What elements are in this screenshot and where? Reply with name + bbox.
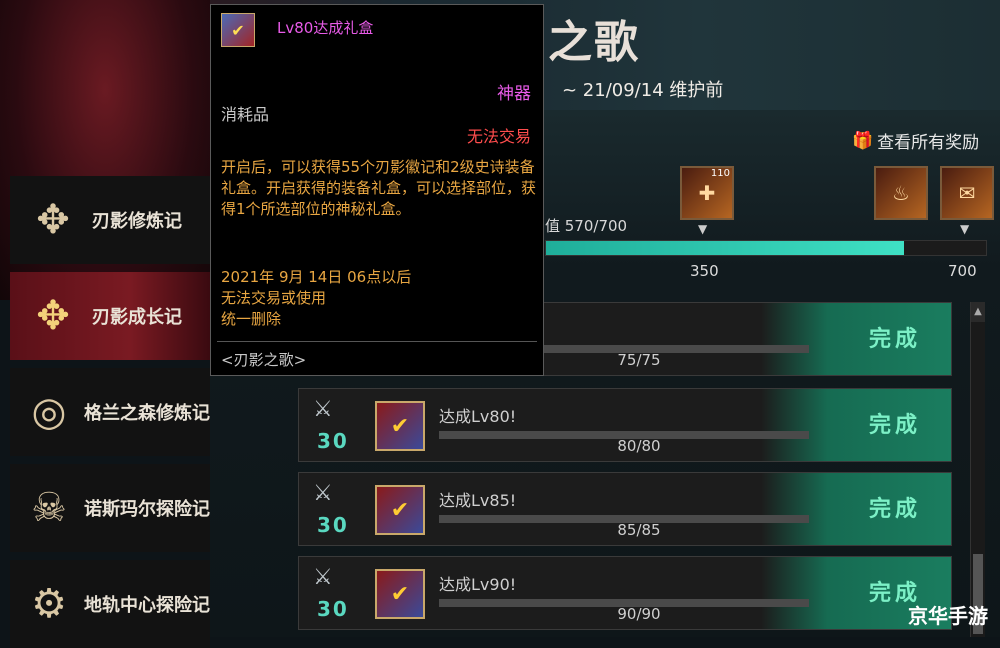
item-description: 开启后，可以获得55个刃影徽记和2级史诗装备礼盒。开启获得的装备礼盒，可以选择部…: [221, 158, 537, 218]
sidebar-item-label: 诺斯玛尔探险记: [84, 499, 210, 520]
gift-box-icon[interactable]: ✔: [375, 401, 425, 451]
quest-row[interactable]: ⚔ 30 ✔ 达成Lv85! 85/85 完成: [298, 472, 952, 546]
view-all-label: 查看所有奖励: [877, 133, 980, 153]
sidebar-item-label: 刃影成长记: [92, 307, 182, 328]
complete-button[interactable]: 完成: [869, 407, 921, 439]
sword-icon: ⚔: [313, 481, 333, 506]
expiry-note: 无法交易或使用: [221, 289, 327, 307]
quest-title: 达成Lv85!: [439, 491, 517, 510]
expiry-delete: 统一删除: [221, 310, 282, 328]
sword-icon: ⚔: [313, 565, 333, 590]
reward-gift-box-icon[interactable]: ✚ 110: [680, 166, 734, 220]
banner-date: ~ 21/09/14 维护前: [562, 80, 724, 101]
gift-box-icon[interactable]: ✔: [375, 569, 425, 619]
quest-count: 80/80: [617, 437, 661, 455]
quest-count: 75/75: [617, 351, 661, 369]
item-rarity: 神器: [497, 84, 531, 104]
quest-count: 90/90: [617, 605, 661, 623]
progress-tick: 700: [948, 262, 977, 280]
gift-box-icon[interactable]: ✔: [375, 485, 425, 535]
gear-machine-icon: ⚙: [31, 581, 67, 627]
watermark: 京华手游: [908, 604, 988, 628]
quest-points: 30: [317, 513, 349, 537]
quest-count: 85/85: [617, 521, 661, 539]
caret-down-icon: ▼: [960, 222, 970, 236]
quest-row[interactable]: ⚔ 30 ✔ 达成Lv90! 90/90 完成: [298, 556, 952, 630]
reward-potion-icon[interactable]: ♨: [874, 166, 928, 220]
sidebar-item-label: 地轨中心探险记: [84, 595, 210, 616]
quest-title: 达成Lv80!: [439, 407, 517, 426]
progress-bar-fill: [546, 241, 905, 255]
compass-emblem-icon: ✥: [36, 293, 70, 339]
reward-scroll-box-icon[interactable]: ✉: [940, 166, 994, 220]
sidebar-item-blade-growth[interactable]: ✥ 刃影成长记: [10, 272, 210, 360]
sidebar-item-metro-center[interactable]: ⚙ 地轨中心探险记: [10, 560, 210, 648]
spiral-portal-icon: ◎: [31, 389, 67, 435]
progress-tick: 350: [690, 262, 719, 280]
reward-count: 110: [710, 168, 730, 179]
sword-icon: ⚔: [313, 397, 333, 422]
item-type: 消耗品: [221, 105, 270, 124]
item-set: <刃影之歌>: [221, 351, 307, 369]
caret-down-icon: ▼: [698, 222, 708, 236]
complete-button[interactable]: 完成: [869, 491, 921, 523]
quest-points: 30: [317, 597, 349, 621]
skull-gate-icon: ☠: [31, 485, 67, 531]
sidebar-item-nosmar[interactable]: ☠ 诺斯玛尔探险记: [10, 464, 210, 552]
sidebar-item-blade-training[interactable]: ✥ 刃影修炼记: [10, 176, 210, 264]
sidebar-item-label: 刃影修炼记: [92, 211, 182, 232]
scrollbar[interactable]: ▲: [970, 302, 985, 637]
compass-emblem-icon: ✥: [36, 197, 70, 243]
scroll-up-icon[interactable]: ▲: [971, 302, 985, 322]
divider: [217, 341, 537, 342]
progress-bar: [545, 240, 987, 256]
progress-label: 值 570/700: [545, 217, 628, 235]
gift-box-icon: ✔: [221, 13, 255, 47]
item-trade-status: 无法交易: [466, 127, 531, 146]
expiry-date: 2021年 9月 14日 06点以后: [221, 268, 412, 286]
view-all-rewards-button[interactable]: 🎁 查看所有奖励: [852, 128, 980, 154]
quest-title: 达成Lv90!: [439, 575, 517, 594]
item-expiry: 2021年 9月 14日 06点以后 无法交易或使用 统一删除: [221, 267, 537, 330]
sidebar-item-grand-flores[interactable]: ◎ 格兰之森修炼记: [10, 368, 210, 456]
gift-icon: 🎁: [852, 130, 874, 151]
quest-row[interactable]: ⚔ 30 ✔ 达成Lv80! 80/80 完成: [298, 388, 952, 462]
complete-button[interactable]: 完成: [869, 321, 921, 353]
item-name: Lv80达成礼盒: [277, 19, 374, 37]
item-tooltip: ✔ Lv80达成礼盒 神器 消耗品 无法交易 开启后，可以获得55个刃影徽记和2…: [210, 4, 544, 376]
sidebar-item-label: 格兰之森修炼记: [84, 403, 210, 424]
banner-title: 之歌: [548, 17, 640, 68]
quest-points: 30: [317, 429, 349, 453]
